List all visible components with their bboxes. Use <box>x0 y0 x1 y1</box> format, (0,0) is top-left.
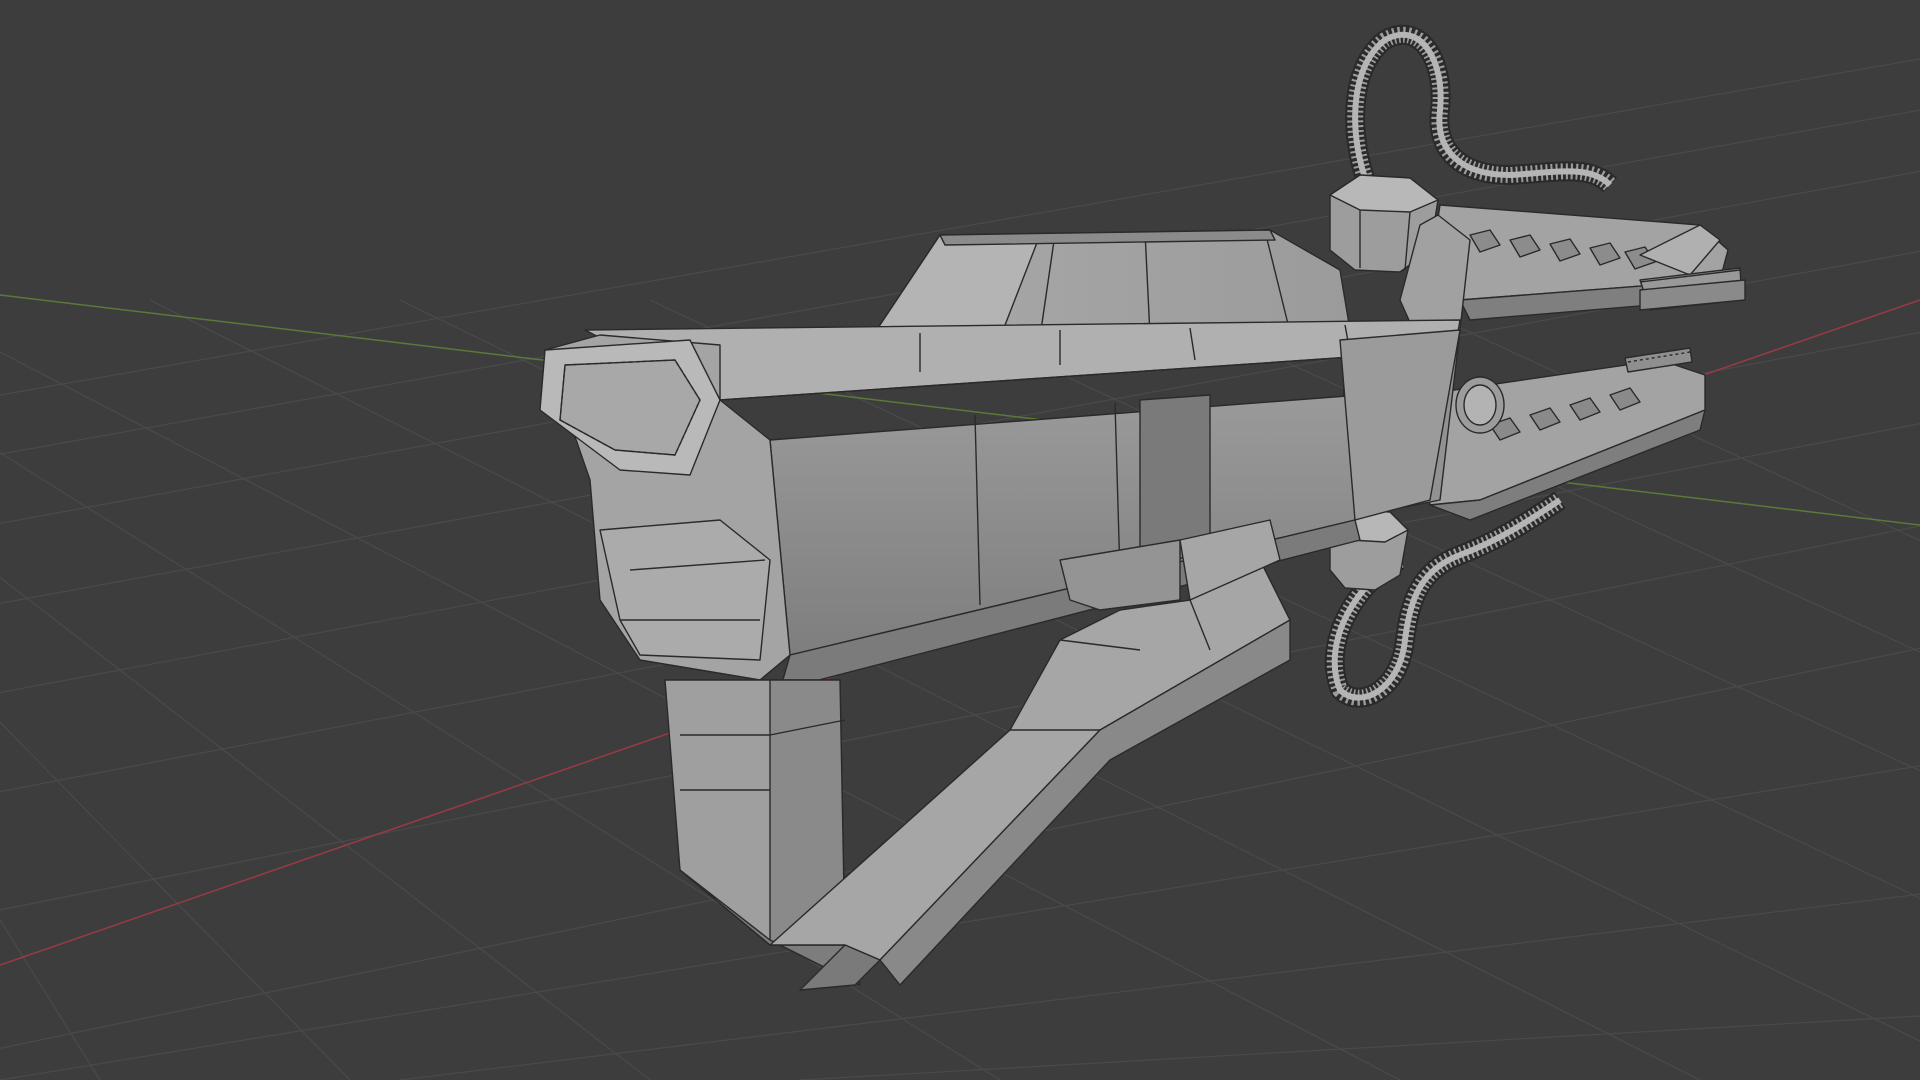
upper-barrel[interactable] <box>1429 204 1746 321</box>
viewport-canvas[interactable] <box>0 0 1920 1080</box>
3d-viewport[interactable] <box>0 0 1920 1080</box>
weapon-mesh[interactable] <box>539 24 1746 991</box>
coiled-cable-upper[interactable] <box>1345 24 1618 200</box>
